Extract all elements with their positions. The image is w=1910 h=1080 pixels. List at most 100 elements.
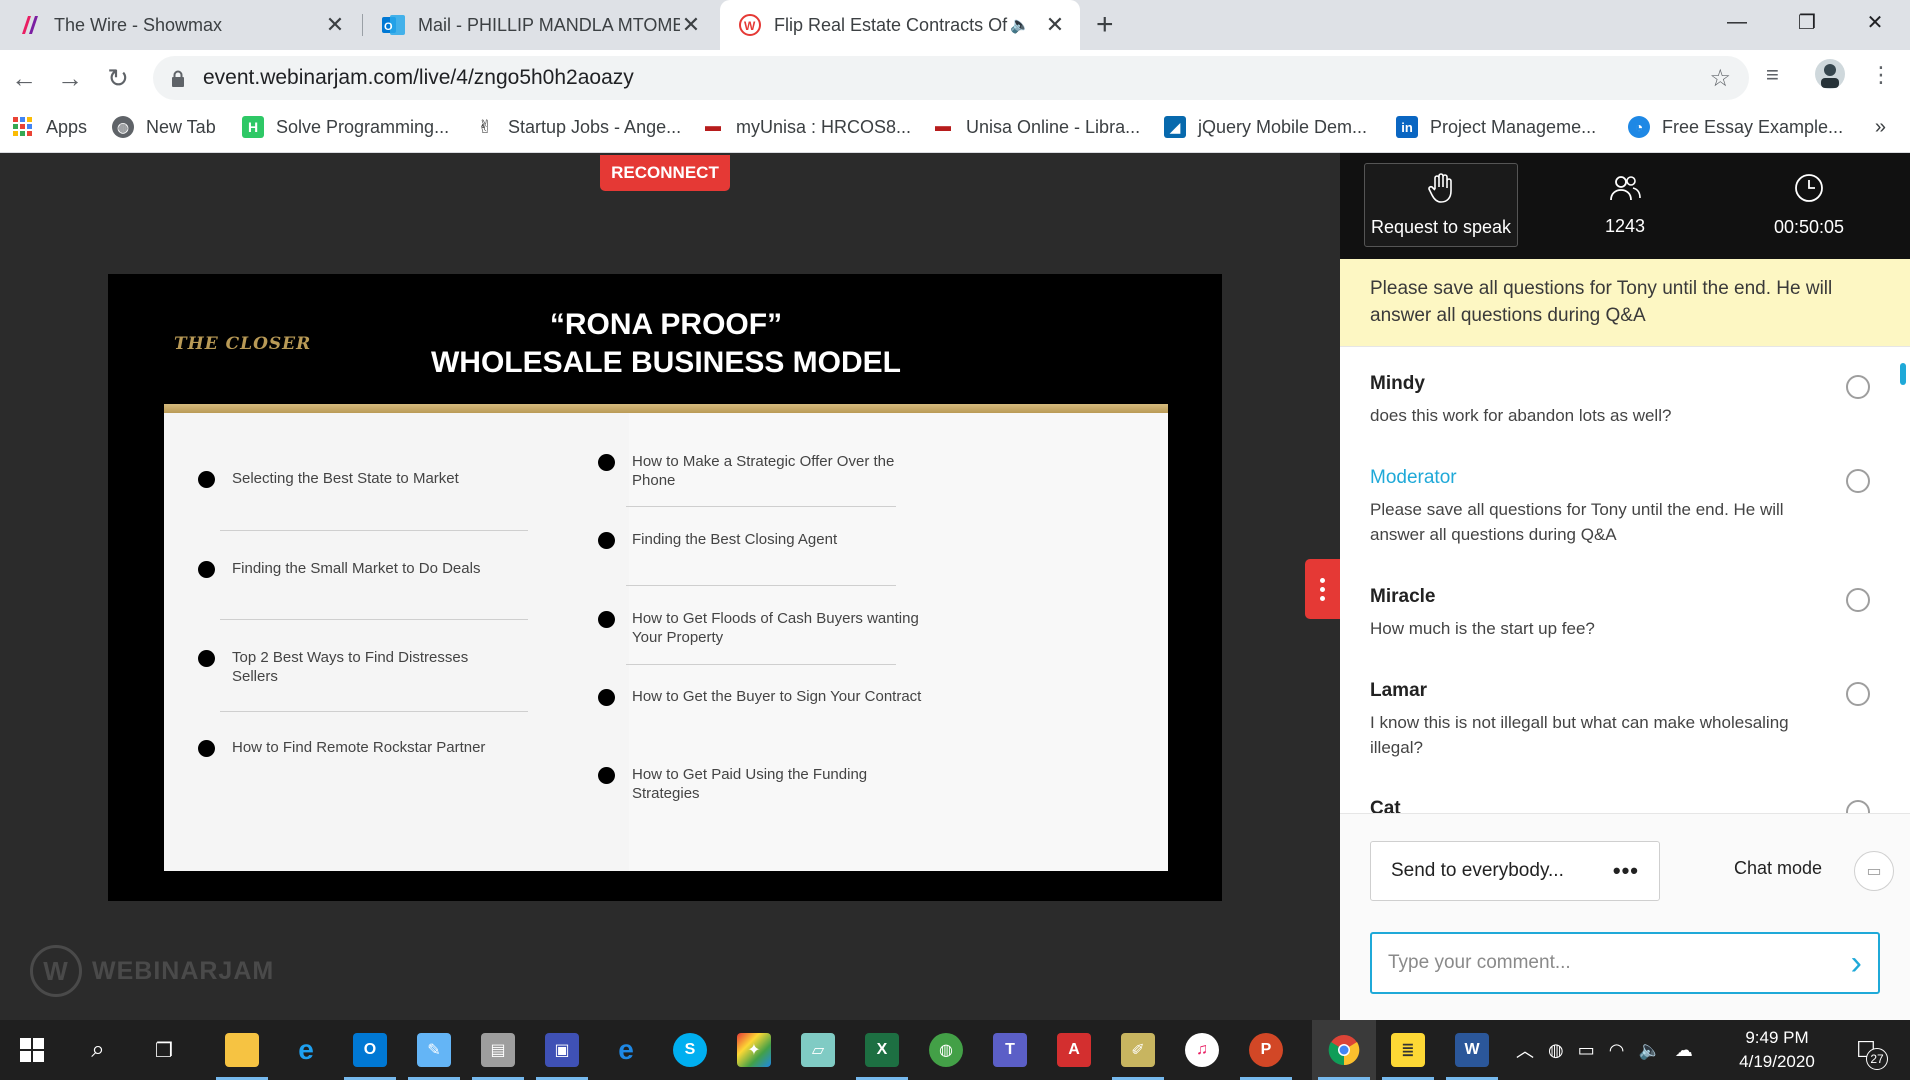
- message-author: Miracle: [1370, 586, 1436, 607]
- bullet-text: Selecting the Best State to Market: [232, 470, 459, 487]
- start-button[interactable]: [0, 1020, 64, 1080]
- bookmark-free-essay[interactable]: ◔ Free Essay Example...: [1628, 116, 1843, 138]
- bookmark-label: Startup Jobs - Ange...: [508, 116, 682, 137]
- send-arrow-icon[interactable]: ›: [1851, 946, 1862, 980]
- excel-icon[interactable]: X: [850, 1020, 914, 1080]
- taskbar-clock[interactable]: 9:49 PM 4/19/2020: [1722, 1026, 1832, 1074]
- bookmark-jquery-mobile[interactable]: ◢ jQuery Mobile Dem...: [1164, 116, 1367, 138]
- paint-icon[interactable]: ✎: [402, 1020, 466, 1080]
- browser-tab-strip: The Wire - Showmax ✕ O Mail - PHILLIP MA…: [0, 0, 1910, 50]
- comment-input[interactable]: [1388, 952, 1851, 974]
- scrollbar-thumb[interactable]: [1900, 363, 1906, 385]
- search-icon[interactable]: ⌕: [66, 1020, 130, 1080]
- message-select-radio[interactable]: [1846, 375, 1870, 399]
- close-window-icon[interactable]: ✕: [1840, 0, 1910, 44]
- bookmark-unisa-online[interactable]: ▬ Unisa Online - Libra...: [932, 116, 1140, 138]
- chat-mode-toggle-icon[interactable]: ▭: [1854, 851, 1894, 891]
- elapsed-timer: 00:50:05: [1732, 163, 1886, 247]
- notepadpp-icon[interactable]: ≣: [1376, 1020, 1440, 1080]
- slide-bullet: How to Find Remote Rockstar Partner: [198, 738, 518, 757]
- skype-icon[interactable]: S: [658, 1020, 722, 1080]
- chevron-up-icon[interactable]: ︿: [1516, 1037, 1534, 1063]
- outlook-app-icon[interactable]: O: [338, 1020, 402, 1080]
- message-select-radio[interactable]: [1846, 682, 1870, 706]
- chat-messages[interactable]: Mindy does this work for abandon lots as…: [1340, 347, 1910, 813]
- restore-icon[interactable]: ❐: [1772, 0, 1842, 44]
- tab-mail[interactable]: O Mail - PHILLIP MANDLA MTOMB ✕: [364, 0, 716, 50]
- comment-box[interactable]: ›: [1370, 932, 1880, 994]
- bullet-text: How to Get Floods of Cash Buyers wanting…: [632, 610, 919, 646]
- forward-icon[interactable]: →: [52, 60, 88, 96]
- url-text[interactable]: event.webinarjam.com/live/4/zngo5h0h2aoa…: [203, 66, 634, 90]
- speaker-icon[interactable]: 🔈: [1010, 15, 1030, 35]
- itunes-icon[interactable]: ♫: [1170, 1020, 1234, 1080]
- send-to-dropdown[interactable]: Send to everybody... •••: [1370, 841, 1660, 901]
- wifi-icon[interactable]: ◠: [1609, 1040, 1625, 1061]
- tab-showmax[interactable]: The Wire - Showmax ✕: [0, 0, 360, 50]
- powerpoint-icon[interactable]: P: [1234, 1020, 1298, 1080]
- chrome-icon[interactable]: [1312, 1020, 1376, 1080]
- new-tab-button[interactable]: +: [1096, 8, 1114, 42]
- back-icon[interactable]: ←: [6, 60, 42, 96]
- close-tab-icon[interactable]: ✕: [1044, 12, 1066, 38]
- media-queue-icon[interactable]: ≡: [1766, 62, 1779, 88]
- notepad-app-icon[interactable]: ✐: [1106, 1020, 1170, 1080]
- message-text: does this work for abandon lots as well?: [1370, 406, 1672, 425]
- menu-kebab-icon[interactable]: ⋮: [1870, 62, 1892, 88]
- bookmark-star-icon[interactable]: ☆: [1709, 64, 1731, 93]
- file-explorer-icon[interactable]: [210, 1020, 274, 1080]
- teams-icon[interactable]: T: [978, 1020, 1042, 1080]
- acrobat-icon[interactable]: A: [1042, 1020, 1106, 1080]
- photos-app-icon[interactable]: ✦: [722, 1020, 786, 1080]
- reload-icon[interactable]: ↻: [100, 60, 136, 96]
- network-tool-icon[interactable]: ▣: [530, 1020, 594, 1080]
- network-globe-icon[interactable]: ◍: [1548, 1040, 1564, 1061]
- system-tray: ︿ ◍ ▭ ◠ 🔈 ☁: [1516, 1020, 1693, 1080]
- volume-icon[interactable]: 🔈: [1638, 1040, 1660, 1061]
- address-bar[interactable]: event.webinarjam.com/live/4/zngo5h0h2aoa…: [153, 56, 1749, 100]
- onedrive-icon[interactable]: ☁: [1675, 1040, 1693, 1061]
- attendees-counter[interactable]: 1243: [1548, 163, 1702, 247]
- globe-app-icon[interactable]: ◍: [914, 1020, 978, 1080]
- close-tab-icon[interactable]: ✕: [680, 12, 702, 38]
- notes-app-icon[interactable]: ▱: [786, 1020, 850, 1080]
- bookmark-apps[interactable]: Apps: [12, 116, 87, 138]
- clock-icon: [1794, 173, 1824, 209]
- message-select-radio[interactable]: [1846, 800, 1870, 813]
- close-tab-icon[interactable]: ✕: [324, 12, 346, 38]
- tab-webinar[interactable]: W Flip Real Estate Contracts Of 🔈 ✕: [720, 0, 1080, 50]
- lock-icon: [171, 70, 185, 87]
- internet-explorer-icon[interactable]: e: [274, 1020, 338, 1080]
- panel-toggle-button[interactable]: [1305, 559, 1340, 619]
- bookmark-myunisa[interactable]: ▬ myUnisa : HRCOS8...: [702, 116, 911, 138]
- slide-bullet: Selecting the Best State to Market: [198, 469, 518, 488]
- more-bookmarks-icon[interactable]: »: [1875, 116, 1886, 139]
- scanner-icon[interactable]: ▤: [466, 1020, 530, 1080]
- slide-body: Selecting the Best State to Market Findi…: [164, 413, 1168, 871]
- word-icon[interactable]: W: [1440, 1020, 1504, 1080]
- unisa-icon: ▬: [935, 118, 951, 135]
- people-icon: [1609, 174, 1641, 208]
- action-center-icon[interactable]: ☐ 27: [1848, 1032, 1888, 1070]
- bullet-text: Finding the Best Closing Agent: [632, 531, 838, 548]
- request-to-speak-button[interactable]: Request to speak: [1364, 163, 1518, 247]
- bookmark-solve-programming[interactable]: H Solve Programming...: [242, 116, 449, 138]
- clock-date: 4/19/2020: [1739, 1052, 1815, 1071]
- attendee-count: 1243: [1604, 215, 1646, 236]
- reconnect-button[interactable]: RECONNECT: [600, 155, 730, 191]
- slide-bullet: How to Get Floods of Cash Buyers wanting…: [598, 609, 928, 647]
- raised-hand-icon: [1427, 172, 1455, 209]
- bookmark-project-management[interactable]: in Project Manageme...: [1396, 116, 1596, 138]
- message-select-radio[interactable]: [1846, 588, 1870, 612]
- message-select-radio[interactable]: [1846, 469, 1870, 493]
- minimize-icon[interactable]: —: [1702, 0, 1772, 44]
- bookmark-label: Unisa Online - Libra...: [966, 116, 1141, 137]
- avatar[interactable]: [1814, 58, 1846, 96]
- task-view-icon[interactable]: ❐: [132, 1020, 196, 1080]
- edge-icon[interactable]: e: [594, 1020, 658, 1080]
- bookmark-new-tab[interactable]: ◍ New Tab: [112, 116, 216, 138]
- bookmark-startup-jobs[interactable]: ✌ Startup Jobs - Ange...: [474, 116, 681, 138]
- battery-icon[interactable]: ▭: [1578, 1040, 1595, 1061]
- slide-bullet: How to Get Paid Using the Funding Strate…: [598, 765, 928, 803]
- webinar-stage: RECONNECT THE CLOSER “RONA PROOF” WHOLES…: [0, 153, 1340, 1020]
